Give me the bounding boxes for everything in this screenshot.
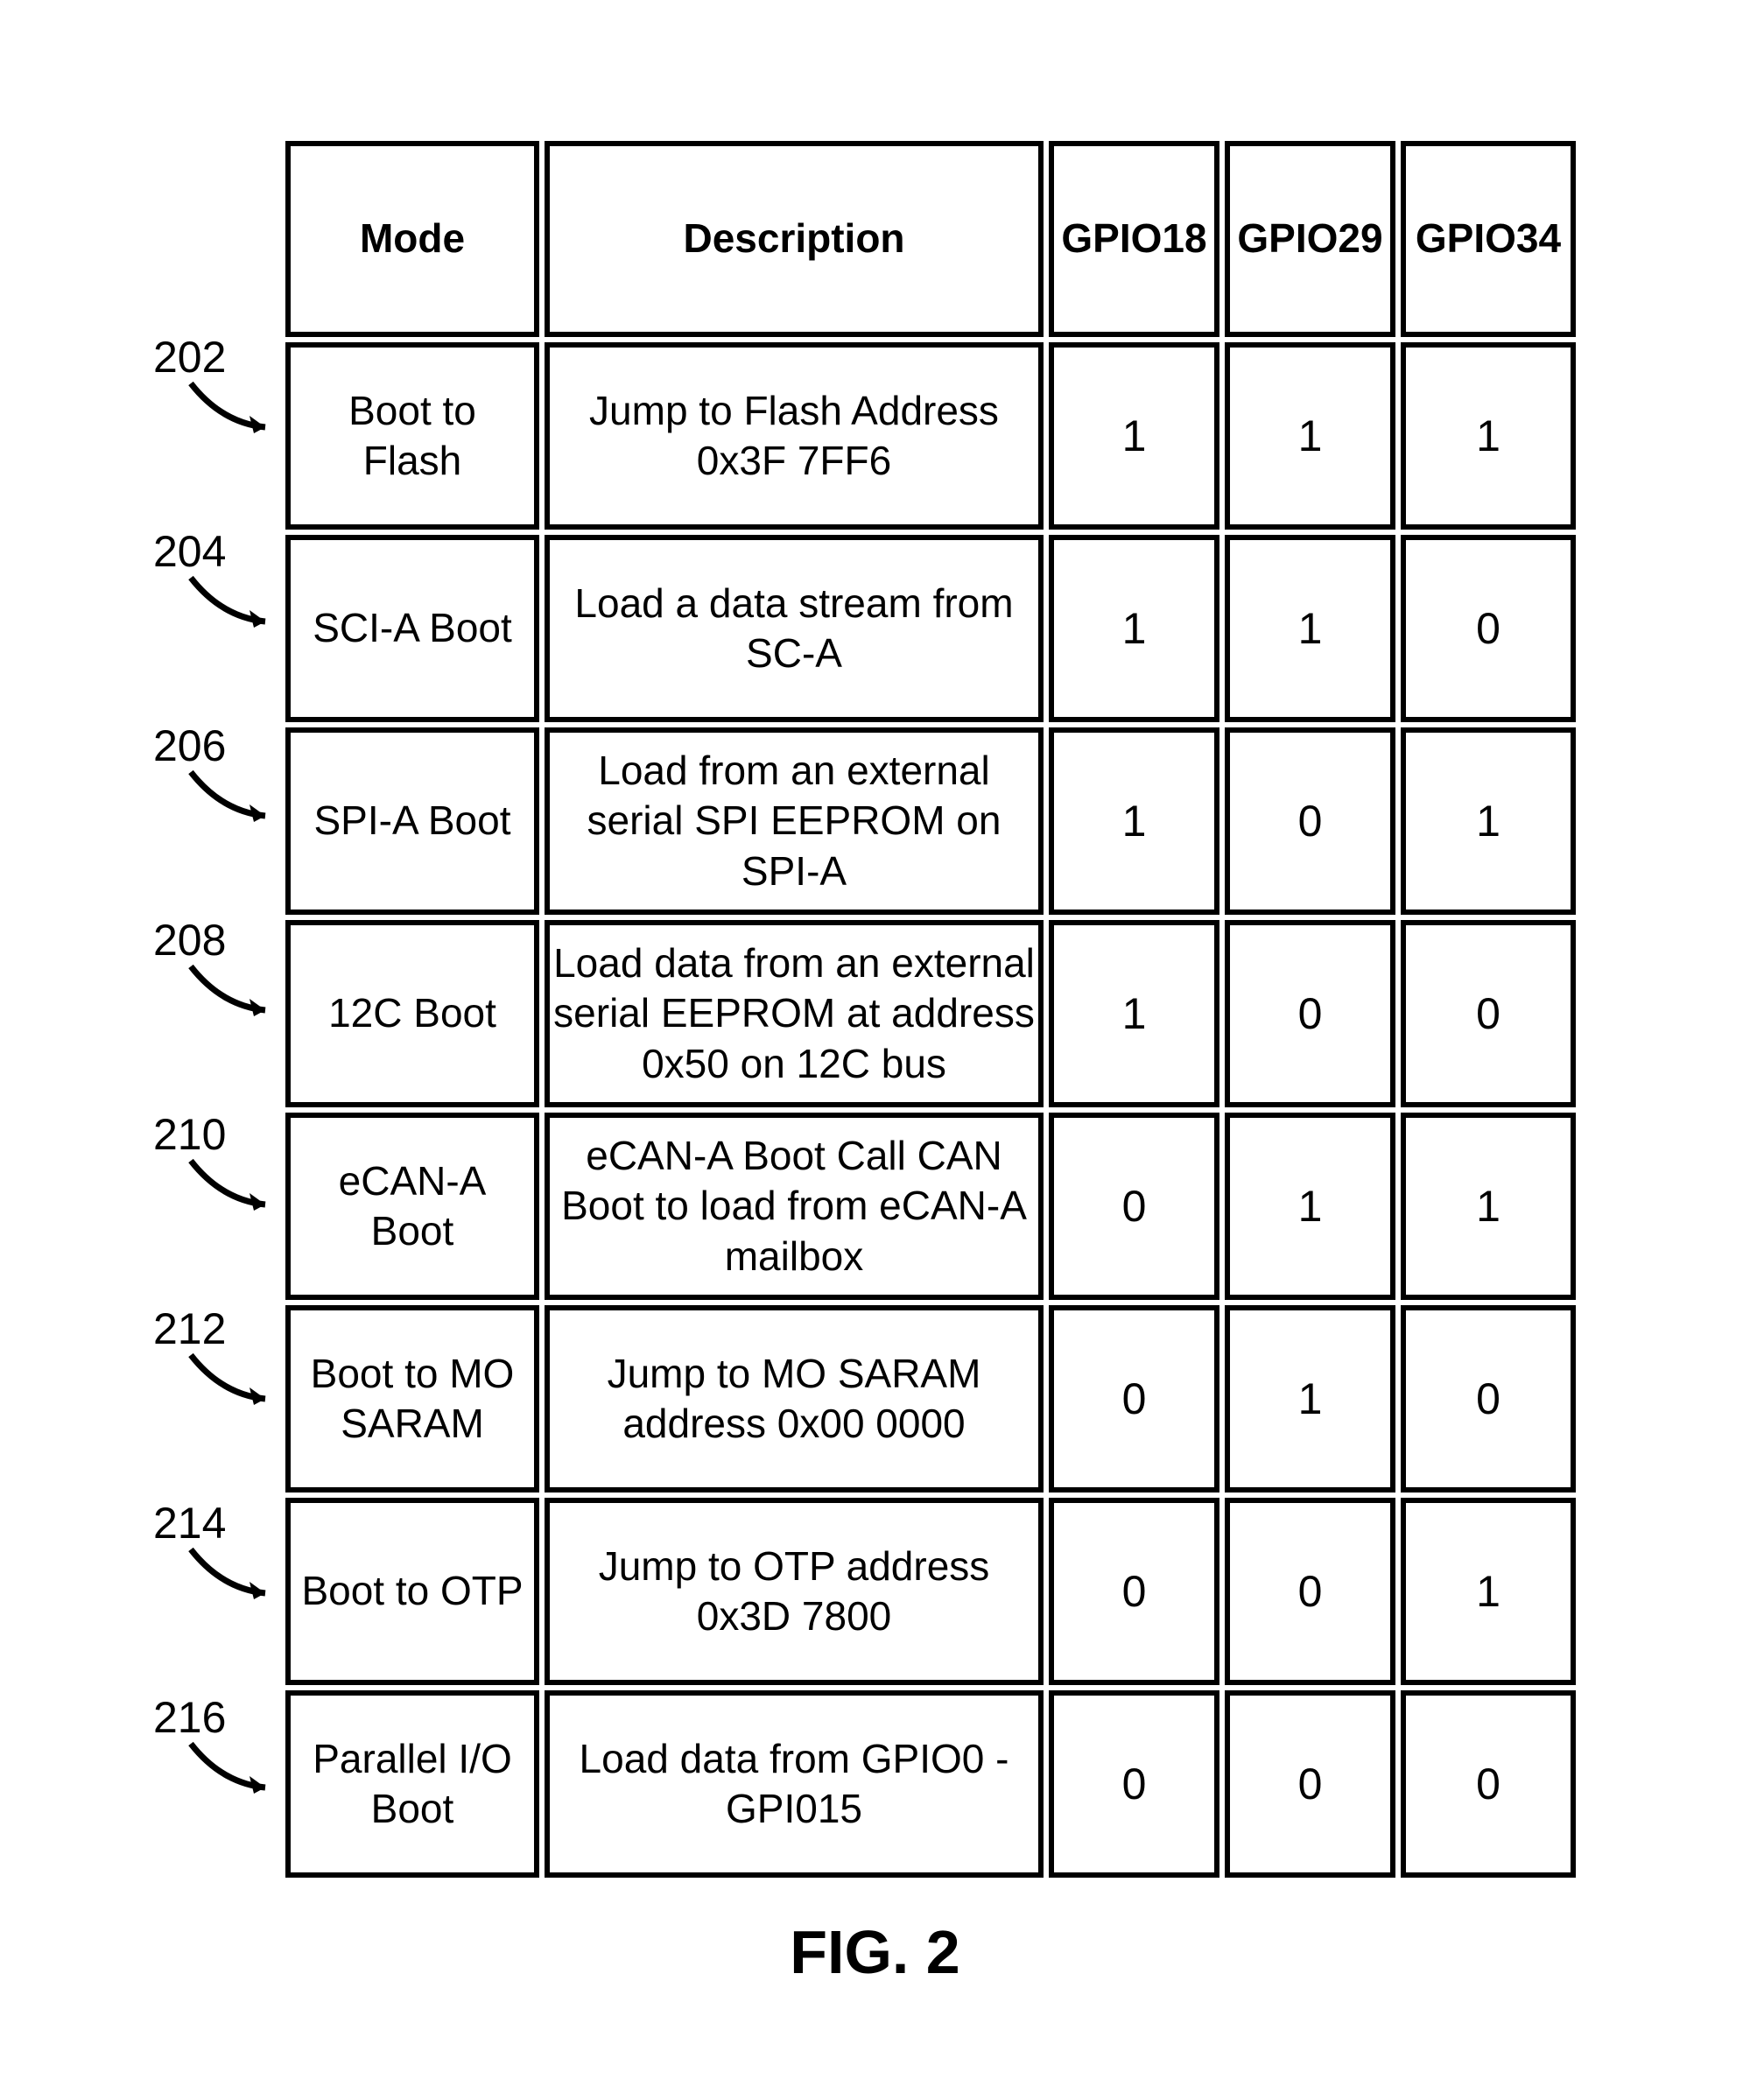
boot-mode-table: Mode Description GPIO18 GPIO29 GPIO34 Bo… <box>280 136 1581 1883</box>
cell-mode: Boot to Flash <box>285 342 539 530</box>
row-ref-number: 202 <box>153 332 226 383</box>
row-ref-number: 206 <box>153 720 226 771</box>
cell-gpio18: 1 <box>1049 342 1219 530</box>
cell-gpio34: 0 <box>1401 920 1576 1107</box>
table-row: Boot to OTPJump to OTP address 0x3D 7800… <box>285 1498 1576 1685</box>
cell-mode: 12C Boot <box>285 920 539 1107</box>
row-ref-number: 204 <box>153 526 226 577</box>
col-header-mode: Mode <box>285 141 539 337</box>
cell-gpio34: 0 <box>1401 1305 1576 1492</box>
leader-arrow-icon <box>186 573 283 635</box>
row-ref-number: 212 <box>153 1303 226 1354</box>
cell-mode: eCAN-A Boot <box>285 1113 539 1300</box>
row-ref-label: 204 <box>153 526 293 635</box>
cell-gpio34: 1 <box>1401 342 1576 530</box>
cell-gpio29: 1 <box>1225 1113 1395 1300</box>
table-body: Boot to FlashJump to Flash Address 0x3F … <box>285 342 1576 1878</box>
cell-description: Jump to OTP address 0x3D 7800 <box>545 1498 1044 1685</box>
row-ref-label: 214 <box>153 1498 293 1606</box>
table-row: eCAN-A BooteCAN-A Boot Call CAN Boot to … <box>285 1113 1576 1300</box>
table-row: SPI-A BootLoad from an external serial S… <box>285 727 1576 915</box>
row-ref-label: 206 <box>153 720 293 829</box>
leader-arrow-icon <box>186 379 283 440</box>
cell-gpio29: 0 <box>1225 1690 1395 1878</box>
col-header-gpio29: GPIO29 <box>1225 141 1395 337</box>
cell-gpio34: 1 <box>1401 1498 1576 1685</box>
cell-description: Jump to Flash Address 0x3F 7FF6 <box>545 342 1044 530</box>
col-header-description: Description <box>545 141 1044 337</box>
cell-gpio18: 1 <box>1049 535 1219 722</box>
leader-arrow-icon <box>186 1739 283 1801</box>
leader-arrow-icon <box>186 1545 283 1606</box>
cell-mode: SCI-A Boot <box>285 535 539 722</box>
cell-mode: Parallel I/O Boot <box>285 1690 539 1878</box>
col-header-gpio34: GPIO34 <box>1401 141 1576 337</box>
cell-gpio34: 1 <box>1401 727 1576 915</box>
cell-mode: SPI-A Boot <box>285 727 539 915</box>
cell-gpio18: 0 <box>1049 1305 1219 1492</box>
row-ref-number: 210 <box>153 1109 226 1160</box>
col-header-gpio18: GPIO18 <box>1049 141 1219 337</box>
cell-description: Load a data stream from SC-A <box>545 535 1044 722</box>
cell-gpio18: 0 <box>1049 1498 1219 1685</box>
cell-gpio34: 1 <box>1401 1113 1576 1300</box>
cell-description: eCAN-A Boot Call CAN Boot to load from e… <box>545 1113 1044 1300</box>
cell-gpio18: 1 <box>1049 920 1219 1107</box>
table-row: 12C BootLoad data from an external seria… <box>285 920 1576 1107</box>
leader-arrow-icon <box>186 962 283 1023</box>
table-row: Parallel I/O BootLoad data from GPIO0 - … <box>285 1690 1576 1878</box>
cell-gpio29: 1 <box>1225 1305 1395 1492</box>
table-row: SCI-A BootLoad a data stream from SC-A11… <box>285 535 1576 722</box>
row-ref-label: 202 <box>153 332 293 440</box>
table-header-row: Mode Description GPIO18 GPIO29 GPIO34 <box>285 141 1576 337</box>
leader-arrow-icon <box>186 768 283 829</box>
cell-description: Load data from an external serial EEPROM… <box>545 920 1044 1107</box>
leader-arrow-icon <box>186 1156 283 1218</box>
boot-mode-table-wrap: Mode Description GPIO18 GPIO29 GPIO34 Bo… <box>280 136 1581 1883</box>
cell-gpio29: 1 <box>1225 342 1395 530</box>
row-ref-label: 210 <box>153 1109 293 1218</box>
figure-caption: FIG. 2 <box>0 1917 1750 1987</box>
cell-gpio29: 0 <box>1225 920 1395 1107</box>
cell-mode: Boot to OTP <box>285 1498 539 1685</box>
row-ref-number: 208 <box>153 915 226 966</box>
cell-gpio29: 0 <box>1225 727 1395 915</box>
cell-gpio29: 0 <box>1225 1498 1395 1685</box>
row-ref-label: 212 <box>153 1303 293 1412</box>
cell-gpio18: 0 <box>1049 1690 1219 1878</box>
row-ref-number: 216 <box>153 1692 226 1743</box>
table-row: Boot to FlashJump to Flash Address 0x3F … <box>285 342 1576 530</box>
cell-description: Load data from GPIO0 - GPI015 <box>545 1690 1044 1878</box>
row-ref-label: 208 <box>153 915 293 1023</box>
cell-gpio34: 0 <box>1401 535 1576 722</box>
cell-mode: Boot to MO SARAM <box>285 1305 539 1492</box>
cell-gpio18: 1 <box>1049 727 1219 915</box>
leader-arrow-icon <box>186 1351 283 1412</box>
cell-gpio29: 1 <box>1225 535 1395 722</box>
table-row: Boot to MO SARAMJump to MO SARAM address… <box>285 1305 1576 1492</box>
cell-gpio34: 0 <box>1401 1690 1576 1878</box>
row-ref-label: 216 <box>153 1692 293 1801</box>
cell-description: Jump to MO SARAM address 0x00 0000 <box>545 1305 1044 1492</box>
cell-description: Load from an external serial SPI EEPROM … <box>545 727 1044 915</box>
cell-gpio18: 0 <box>1049 1113 1219 1300</box>
row-ref-number: 214 <box>153 1498 226 1549</box>
